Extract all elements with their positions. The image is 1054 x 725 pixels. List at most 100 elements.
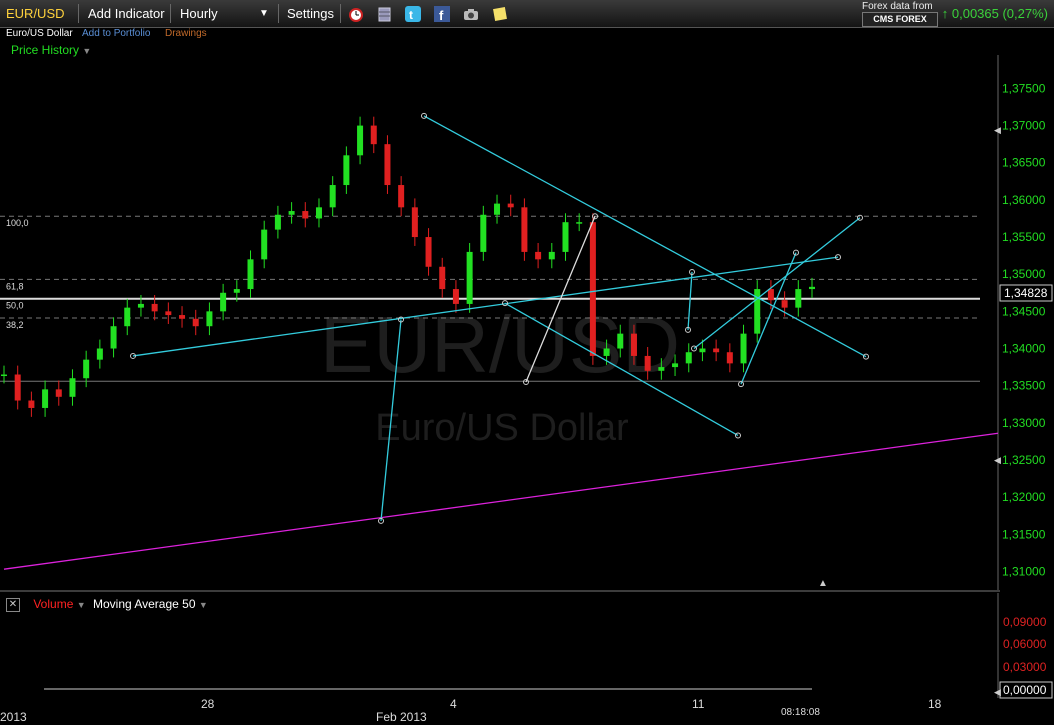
candle-body	[233, 289, 240, 293]
candle-body	[357, 125, 364, 156]
candle-body	[576, 222, 583, 224]
candle-body	[302, 211, 309, 219]
fib-label: 38,2	[6, 320, 24, 330]
candle-body	[699, 348, 706, 353]
candle-body	[466, 251, 473, 304]
watermark-name: Euro/US Dollar	[375, 407, 629, 449]
candle-body	[767, 289, 774, 301]
y-tick: 1,34500	[1002, 304, 1046, 318]
volume-label[interactable]: Volume	[33, 597, 73, 611]
x-axis: 2013 28 Feb 2013 4 11 18 08:18:08	[0, 697, 942, 724]
candle-body	[452, 289, 459, 304]
candle-body	[206, 311, 213, 327]
x-tick: Feb 2013	[376, 710, 427, 724]
candle-body	[781, 300, 788, 308]
fib-label: 61,8	[6, 281, 24, 291]
candle-body	[617, 333, 624, 349]
y-tick: 1,33500	[1002, 379, 1046, 393]
candle-body	[96, 348, 103, 360]
candle-body	[137, 303, 144, 308]
volume-current: 0,00000	[1003, 683, 1047, 697]
current-price: 1,34828	[1004, 286, 1048, 300]
x-tick: 11	[692, 697, 705, 711]
y-axis-ticks: 1,37500 1,37000 1,36500 1,36000 1,35500 1,350…	[1002, 81, 1046, 578]
price-marker: 1,34828	[999, 284, 1053, 302]
candle-body	[548, 251, 555, 260]
y-tick: 1,36000	[1002, 193, 1046, 207]
y-tick: 1,31500	[1002, 527, 1046, 541]
watermark-symbol: EUR/USD	[320, 300, 680, 389]
chevron-down-icon[interactable]: ▼	[199, 600, 208, 610]
price-chart[interactable]: EUR/USD Euro/US Dollar 100,0 61,8 50,0 38,2…	[0, 0, 1054, 725]
candle-body	[1, 374, 7, 377]
candle-body	[14, 374, 21, 401]
candle-body	[726, 352, 733, 364]
candle-body	[795, 289, 802, 308]
candle-body	[535, 251, 542, 260]
volume-tick: 0,09000	[1003, 615, 1047, 629]
candle-body	[55, 389, 62, 397]
candle-body	[220, 292, 227, 312]
candle-body	[315, 207, 322, 219]
candle-body	[672, 363, 679, 368]
volume-tick: 0,06000	[1003, 637, 1047, 651]
candle-body	[740, 333, 747, 364]
candle-body	[603, 348, 610, 356]
candle-body	[151, 303, 158, 312]
volume-legend: ✕ Volume ▼ Moving Average 50 ▼	[6, 597, 208, 612]
fib-label: 100,0	[6, 218, 29, 228]
candle-body	[247, 259, 254, 290]
candle-body	[685, 352, 692, 364]
candle-body	[398, 185, 405, 208]
candle-body	[370, 125, 377, 145]
x-tick: 28	[201, 697, 215, 711]
candle-body	[179, 315, 186, 319]
candle-body	[28, 400, 35, 408]
candle-body	[274, 214, 281, 230]
candle-body	[644, 355, 651, 371]
fib-label: 50,0	[6, 301, 24, 311]
candle-body	[439, 266, 446, 290]
candle-body	[110, 326, 117, 349]
candle-body	[69, 378, 76, 397]
close-icon[interactable]: ✕	[6, 597, 20, 612]
candle-body	[425, 237, 432, 267]
trendline	[693, 217, 861, 350]
y-tick: 1,36500	[1002, 156, 1046, 170]
y-tick: 1,35500	[1002, 230, 1046, 244]
y-tick: 1,37000	[1002, 119, 1046, 133]
y-tick: 1,34000	[1002, 342, 1046, 356]
y-tick: 1,35000	[1002, 267, 1046, 281]
candle-body	[165, 311, 172, 316]
trendline	[3, 432, 999, 570]
candle-body	[480, 214, 487, 252]
candle-body	[83, 359, 90, 379]
candle-body	[521, 207, 528, 252]
x-tick: 2013	[0, 710, 27, 724]
arrow-left-icon[interactable]: ◀	[994, 455, 1001, 465]
candle-body	[42, 389, 49, 408]
candle-body	[589, 222, 596, 356]
candle-body	[562, 222, 569, 252]
candle-body	[288, 211, 295, 215]
candle-body	[343, 155, 350, 186]
candle-body	[713, 348, 720, 353]
arrow-left-icon[interactable]: ◀	[994, 125, 1001, 135]
y-tick: 1,33000	[1002, 416, 1046, 430]
candle-body	[124, 307, 131, 327]
trendline	[687, 271, 693, 330]
candle-body	[384, 144, 391, 186]
x-tick: 4	[450, 697, 457, 711]
arrow-left-icon[interactable]: ◀	[994, 687, 1001, 697]
chevron-down-icon[interactable]: ▼	[77, 600, 86, 610]
candle-body	[809, 286, 815, 290]
arrow-up-icon[interactable]: ▲	[818, 578, 828, 589]
candle-body	[494, 203, 501, 215]
volume-tick: 0,03000	[1003, 660, 1047, 674]
time-label: 08:18:08	[781, 707, 820, 718]
volume-ticks: 0,09000 0,06000 0,03000 0,00000 ◀	[994, 615, 1053, 699]
y-tick: 1,37500	[1002, 81, 1046, 95]
y-tick: 1,31000	[1002, 564, 1046, 578]
moving-average-label[interactable]: Moving Average 50	[93, 597, 196, 611]
candle-body	[507, 203, 514, 208]
